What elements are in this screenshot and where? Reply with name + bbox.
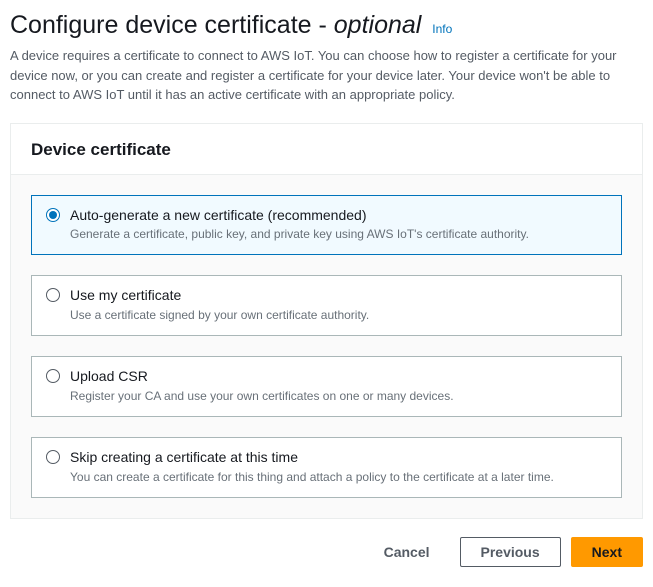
option-description: Register your CA and use your own certif… [70, 388, 607, 405]
page-title: Configure device certificate - optional … [10, 10, 643, 40]
wizard-footer: Cancel Previous Next [10, 537, 643, 567]
option-upload-csr[interactable]: Upload CSR Register your CA and use your… [31, 356, 622, 417]
option-description: Use a certificate signed by your own cer… [70, 307, 607, 324]
option-auto-generate[interactable]: Auto-generate a new certificate (recomme… [31, 195, 622, 256]
option-skip[interactable]: Skip creating a certificate at this time… [31, 437, 622, 498]
option-text: Upload CSR Register your CA and use your… [70, 367, 607, 404]
page-title-optional: optional [334, 11, 422, 39]
panel-header: Device certificate [11, 124, 642, 175]
cancel-button[interactable]: Cancel [364, 538, 450, 566]
option-title: Skip creating a certificate at this time [70, 448, 607, 466]
device-certificate-panel: Device certificate Auto-generate a new c… [10, 123, 643, 520]
panel-body: Auto-generate a new certificate (recomme… [11, 175, 642, 519]
previous-button[interactable]: Previous [460, 537, 561, 567]
next-button[interactable]: Next [571, 537, 643, 567]
radio-icon [46, 369, 60, 383]
option-title: Auto-generate a new certificate (recomme… [70, 206, 607, 224]
page-description: A device requires a certificate to conne… [10, 46, 643, 105]
option-title: Use my certificate [70, 286, 607, 304]
radio-icon [46, 288, 60, 302]
option-description: Generate a certificate, public key, and … [70, 226, 607, 243]
radio-icon [46, 208, 60, 222]
page-title-main: Configure device certificate - [10, 11, 334, 39]
radio-icon [46, 450, 60, 464]
panel-title: Device certificate [31, 140, 622, 160]
option-title: Upload CSR [70, 367, 607, 385]
option-text: Auto-generate a new certificate (recomme… [70, 206, 607, 243]
option-description: You can create a certificate for this th… [70, 469, 607, 486]
option-text: Use my certificate Use a certificate sig… [70, 286, 607, 323]
info-link[interactable]: Info [432, 22, 452, 36]
option-text: Skip creating a certificate at this time… [70, 448, 607, 485]
option-use-my-certificate[interactable]: Use my certificate Use a certificate sig… [31, 275, 622, 336]
